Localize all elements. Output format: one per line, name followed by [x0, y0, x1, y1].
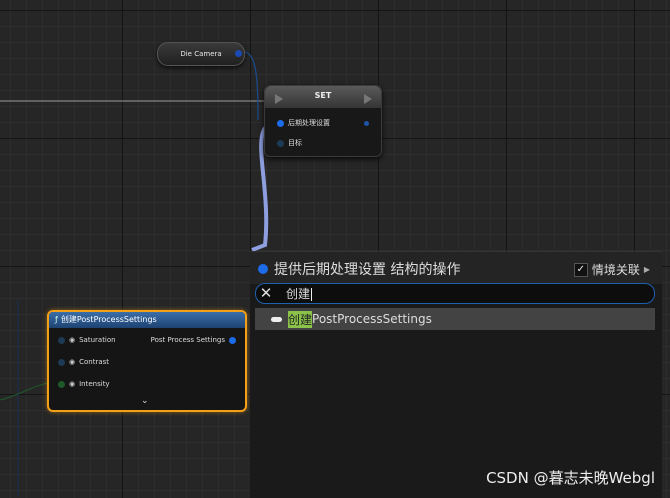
- search-text[interactable]: 创建: [286, 285, 313, 302]
- make-input-intensity[interactable]: ◉ Intensity: [58, 380, 110, 388]
- die-camera-output-pin[interactable]: [235, 50, 242, 57]
- make-input-contrast[interactable]: ◉ Contrast: [58, 358, 109, 366]
- die-camera-label: Die Camera: [180, 50, 222, 58]
- search-input[interactable]: ✕ 创建: [255, 283, 655, 304]
- result-label-rest: PostProcessSettings: [312, 312, 432, 326]
- function-icon: ƒ: [55, 315, 58, 324]
- set-pin-postprocess-label: 后期处理设置: [288, 119, 330, 127]
- action-menu-title-text: 提供后期处理设置 结构的操作: [274, 262, 461, 278]
- action-menu-header: 提供后期处理设置 结构的操作 ✓ 情境关联 ▶: [250, 252, 662, 284]
- set-pin-postprocess[interactable]: 后期处理设置: [277, 118, 330, 128]
- make-node-header: ƒ 创建PostProcessSettings: [49, 312, 245, 328]
- die-camera-node[interactable]: Die Camera: [157, 42, 245, 66]
- set-node-header: SET: [265, 86, 381, 108]
- watermark: CSDN @暮志未晚Webgl: [486, 469, 655, 487]
- make-node-title: 创建PostProcessSettings: [60, 315, 157, 324]
- struct-make-icon: [271, 316, 282, 322]
- make-postprocess-node[interactable]: ƒ 创建PostProcessSettings ◉ Saturation ◉ C…: [47, 310, 247, 412]
- context-sensitive-toggle[interactable]: ✓ 情境关联 ▶: [573, 261, 650, 278]
- action-menu: 提供后期处理设置 结构的操作 ✓ 情境关联 ▶ ✕ 创建 创建 PostProc…: [250, 251, 662, 498]
- set-pin-target-label: 目标: [288, 139, 302, 147]
- arrow-right-icon[interactable]: ▶: [644, 265, 650, 274]
- result-match-highlight: 创建: [288, 310, 313, 328]
- set-node[interactable]: SET 后期处理设置 目标: [264, 85, 382, 157]
- result-item[interactable]: 创建 PostProcessSettings: [255, 308, 655, 330]
- chevron-down-icon[interactable]: ⌄: [141, 396, 149, 406]
- input-label: Contrast: [79, 358, 110, 366]
- eye-icon[interactable]: ◉: [69, 358, 75, 366]
- exec-out-pin[interactable]: [364, 94, 372, 104]
- struct-pin-icon: [229, 336, 236, 344]
- struct-pin-icon: [277, 119, 284, 127]
- object-pin-icon: [277, 139, 284, 147]
- input-pin-icon: [58, 380, 65, 388]
- struct-dot-icon: [258, 264, 268, 274]
- eye-icon[interactable]: ◉: [69, 336, 75, 344]
- make-output-pin[interactable]: Post Process Settings: [151, 336, 236, 344]
- input-label: Intensity: [79, 380, 110, 388]
- input-label: Saturation: [79, 336, 116, 344]
- checkbox-checked-icon[interactable]: ✓: [573, 262, 588, 277]
- close-icon[interactable]: ✕: [256, 284, 276, 303]
- output-label: Post Process Settings: [150, 336, 225, 344]
- context-sensitive-label: 情境关联: [591, 263, 640, 277]
- set-node-title: SET: [314, 91, 332, 100]
- input-pin-icon: [58, 358, 65, 366]
- eye-icon[interactable]: ◉: [69, 380, 75, 388]
- input-pin-icon: [58, 336, 65, 344]
- set-pin-target[interactable]: 目标: [277, 138, 302, 148]
- exec-in-pin[interactable]: [275, 94, 283, 104]
- set-output-pin[interactable]: [364, 121, 369, 126]
- action-menu-title: 提供后期处理设置 结构的操作: [258, 259, 460, 279]
- make-input-saturation[interactable]: ◉ Saturation: [58, 336, 116, 344]
